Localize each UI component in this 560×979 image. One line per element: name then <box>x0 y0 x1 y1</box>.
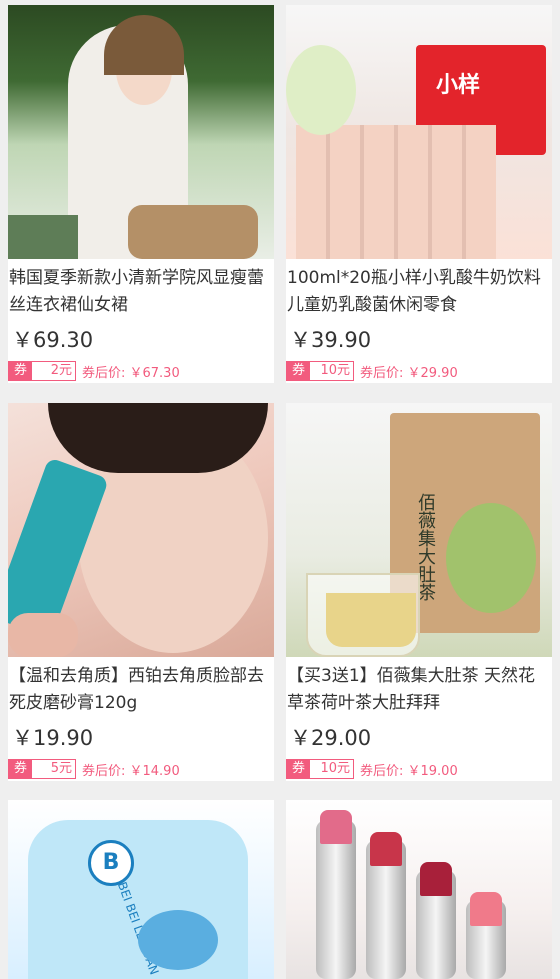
coupon-value: 10元 <box>320 363 350 378</box>
coupon-value: 2元 <box>50 363 72 378</box>
coupon-badge[interactable]: 券 10元 <box>286 361 354 381</box>
product-price: ￥39.90 <box>290 328 372 352</box>
product-grid: 韩国夏季新款小清新学院风显瘦蕾丝连衣裙仙女裙 ￥69.30 券 2元 券后价: … <box>0 0 560 979</box>
after-coupon-price: 券后价: ￥67.30 <box>82 365 180 381</box>
after-coupon-price: 券后价: ￥14.90 <box>82 763 180 779</box>
product-image[interactable] <box>8 5 274 259</box>
product-title[interactable]: 【温和去角质】西铂去角质脸部去死皮磨砂膏120g <box>8 657 274 717</box>
after-coupon-price: 券后价: ￥29.90 <box>360 365 458 381</box>
product-title[interactable]: 【买3送1】佰薇集大肚茶 天然花草茶荷叶茶大肚拜拜 <box>286 657 552 717</box>
coupon-label: 券 <box>287 760 310 778</box>
product-price: ￥69.30 <box>12 328 94 352</box>
coupon-label: 券 <box>287 362 310 380</box>
coupon-row[interactable]: 券 10元 券后价: ￥19.00 <box>286 753 552 781</box>
product-image[interactable] <box>286 800 552 979</box>
product-image[interactable] <box>8 403 274 657</box>
coupon-badge[interactable]: 券 5元 <box>8 759 76 779</box>
product-title[interactable]: 100ml*20瓶小样小乳酸牛奶饮料儿童奶乳酸菌休闲零食 <box>286 259 552 319</box>
product-card-tea[interactable]: 佰薇集大肚茶 【买3送1】佰薇集大肚茶 天然花草茶荷叶茶大肚拜拜 ￥29.00 … <box>286 403 552 781</box>
product-image[interactable]: 小样 <box>286 5 552 259</box>
product-title[interactable]: 韩国夏季新款小清新学院风显瘦蕾丝连衣裙仙女裙 <box>8 259 274 319</box>
product-card-scrub[interactable]: 【温和去角质】西铂去角质脸部去死皮磨砂膏120g ￥19.90 券 5元 券后价… <box>8 403 274 781</box>
coupon-badge[interactable]: 券 10元 <box>286 759 354 779</box>
product-card-yogurt[interactable]: 小样 100ml*20瓶小样小乳酸牛奶饮料儿童奶乳酸菌休闲零食 ￥39.90 券… <box>286 5 552 383</box>
coupon-label: 券 <box>9 362 32 380</box>
coupon-row[interactable]: 券 5元 券后价: ￥14.90 <box>8 753 274 781</box>
product-price: ￥29.00 <box>290 726 372 750</box>
coupon-row[interactable]: 券 2元 券后价: ￥67.30 <box>8 355 274 383</box>
after-coupon-price: 券后价: ￥19.00 <box>360 763 458 779</box>
product-card-dress[interactable]: 韩国夏季新款小清新学院风显瘦蕾丝连衣裙仙女裙 ￥69.30 券 2元 券后价: … <box>8 5 274 383</box>
product-price: ￥19.90 <box>12 726 94 750</box>
coupon-label: 券 <box>9 760 32 778</box>
product-card-baby-clothes[interactable]: B BEI BEI LE YUAN <box>8 800 274 979</box>
brand-text: 小样 <box>436 73 481 98</box>
product-card-lipsticks[interactable] <box>286 800 552 979</box>
coupon-value: 10元 <box>320 761 350 776</box>
coupon-value: 5元 <box>50 761 72 776</box>
coupon-badge[interactable]: 券 2元 <box>8 361 76 381</box>
product-image[interactable]: 佰薇集大肚茶 <box>286 403 552 657</box>
product-image[interactable]: B BEI BEI LE YUAN <box>8 800 274 979</box>
coupon-row[interactable]: 券 10元 券后价: ￥29.90 <box>286 355 552 383</box>
